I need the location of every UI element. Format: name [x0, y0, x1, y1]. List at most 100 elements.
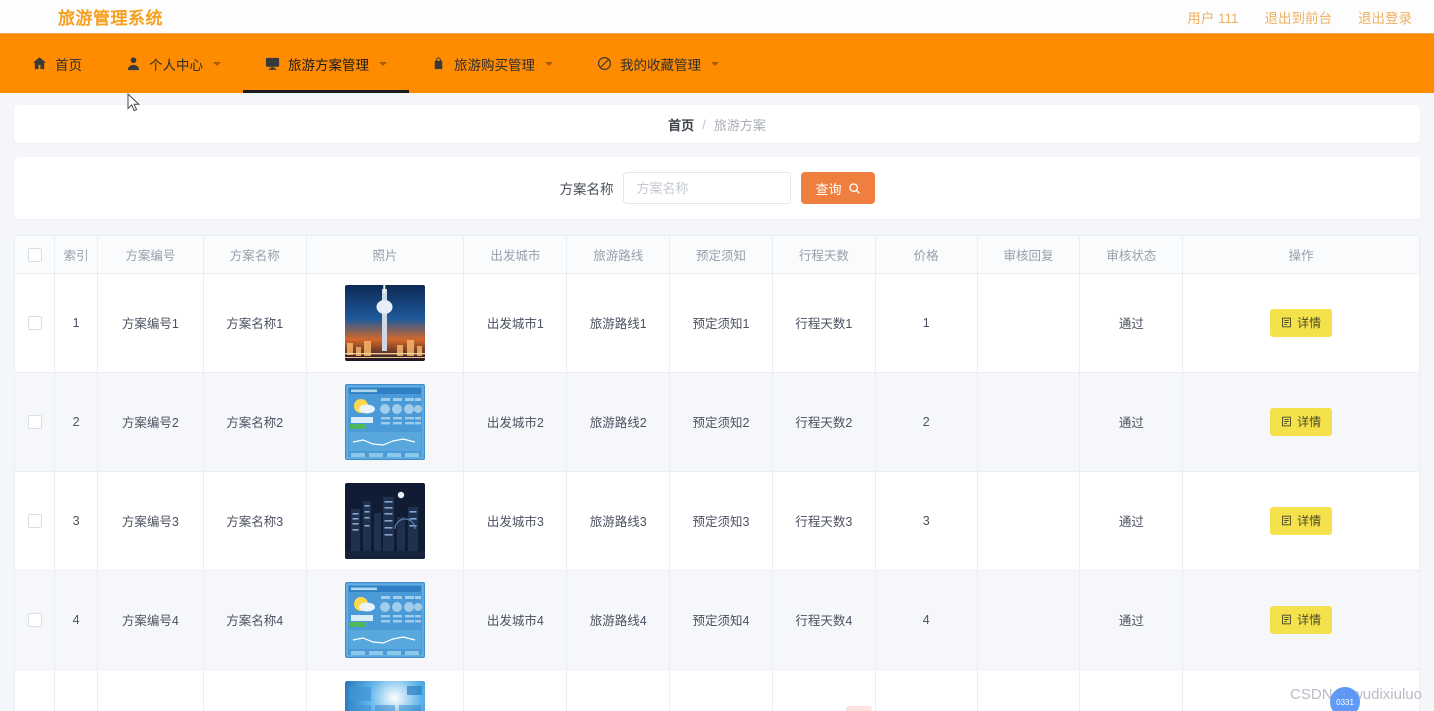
- cell-name: [203, 669, 307, 711]
- cell-city: 出发城市4: [463, 570, 568, 670]
- nav-item-personal-center[interactable]: 个人中心: [104, 34, 243, 93]
- star-circle-icon: [597, 56, 612, 71]
- logout-link[interactable]: 退出登录: [1358, 7, 1412, 27]
- document-icon: [1281, 317, 1292, 328]
- cell-index: 1: [54, 273, 98, 373]
- cell-reply: [977, 471, 1081, 571]
- cell-reply: [977, 570, 1081, 670]
- weather-widget-thumbnail[interactable]: [345, 383, 426, 460]
- cell-route: 旅游路线2: [566, 372, 671, 472]
- cell-reply: [977, 669, 1081, 711]
- cell-status: [1079, 669, 1184, 711]
- row-select-cell: [15, 570, 56, 670]
- row-select-cell: [15, 471, 56, 571]
- select-all-header: [15, 236, 56, 274]
- city-skyline-night-thumbnail[interactable]: [345, 482, 426, 559]
- detail-button[interactable]: 详情: [1270, 605, 1333, 634]
- search-icon: [848, 182, 861, 195]
- cell-reply: [977, 372, 1081, 472]
- detail-button-label: 详情: [1297, 514, 1322, 528]
- detail-button[interactable]: 详情: [1270, 407, 1333, 436]
- nav-item-favorites-management-label: 我的收藏管理: [620, 57, 701, 73]
- cell-price: [875, 669, 978, 711]
- checkbox-icon[interactable]: [27, 315, 42, 330]
- plans-table: 索引 方案编号 方案名称 照片 出发城市 旅游路线 预定须知 行程天数 价格 审…: [15, 236, 1419, 711]
- col-status: 审核状态: [1079, 236, 1184, 274]
- cell-days: [772, 669, 876, 711]
- detail-button[interactable]: 详情: [1270, 308, 1333, 337]
- cell-notice: 预定须知3: [669, 471, 773, 571]
- checkbox-icon[interactable]: [27, 612, 42, 627]
- table-row: 2 方案编号2 方案名称2 出发城市2 旅游路线2 预定须知2 行程天数2 2 …: [15, 372, 1419, 472]
- cell-index: 4: [54, 570, 98, 670]
- cell-code: 方案编号2: [97, 372, 204, 472]
- top-header-actions: 用户 111 退出到前台 退出登录: [1187, 7, 1412, 27]
- checkbox-icon[interactable]: [27, 247, 42, 262]
- col-route: 旅游路线: [566, 236, 671, 274]
- checkbox-icon[interactable]: [27, 414, 42, 429]
- cell-notice: [669, 669, 773, 711]
- cell-status: 通过: [1079, 372, 1184, 472]
- nav-item-plan-management[interactable]: 旅游方案管理: [243, 34, 409, 93]
- main-navigation: 首页 个人中心 旅游方案管理 旅游购买管理 我的收藏管理: [0, 34, 1434, 93]
- cell-days: 行程天数3: [772, 471, 876, 571]
- cell-code: 方案编号4: [97, 570, 204, 670]
- cell-days: 行程天数1: [772, 273, 876, 373]
- cell-action: 详情: [1182, 471, 1419, 571]
- cell-days: 行程天数2: [772, 372, 876, 472]
- nav-item-favorites-management[interactable]: 我的收藏管理: [575, 34, 741, 93]
- cell-route: 旅游路线1: [566, 273, 671, 373]
- cell-notice: 预定须知2: [669, 372, 773, 472]
- detail-button-label: 详情: [1297, 415, 1322, 429]
- nav-item-home[interactable]: 首页: [10, 34, 104, 93]
- cell-index: [54, 669, 98, 711]
- search-input[interactable]: [623, 172, 792, 204]
- nav-item-purchase-management-label: 旅游购买管理: [454, 57, 535, 73]
- cell-photo: [306, 669, 465, 711]
- cell-photo: [306, 372, 465, 472]
- cell-status: 通过: [1079, 570, 1184, 670]
- cell-name: 方案名称1: [203, 273, 307, 373]
- chevron-down-icon: [379, 61, 387, 66]
- cell-price: 4: [875, 570, 978, 670]
- table-row: 4 方案编号4 方案名称4 出发城市4 旅游路线4 预定须知4 行程天数4 4 …: [15, 570, 1419, 670]
- cell-action: [1182, 669, 1419, 711]
- cell-photo: [306, 273, 465, 373]
- berlin-tower-night-thumbnail[interactable]: [345, 284, 426, 361]
- document-icon: [1281, 515, 1292, 526]
- cell-code: 方案编号3: [97, 471, 204, 571]
- breadcrumb-home[interactable]: 首页: [668, 115, 694, 134]
- cell-name: 方案名称4: [203, 570, 307, 670]
- cell-index: 2: [54, 372, 98, 472]
- cell-city: [463, 669, 568, 711]
- search-button[interactable]: 查询: [801, 172, 875, 204]
- row-select-cell: [15, 273, 56, 373]
- home-icon: [32, 56, 47, 71]
- table-row: [15, 669, 1419, 711]
- document-icon: [1281, 416, 1292, 427]
- cell-price: 1: [875, 273, 978, 373]
- breadcrumb-current: 旅游方案: [713, 117, 766, 133]
- col-photo: 照片: [306, 236, 465, 274]
- checkbox-icon[interactable]: [27, 513, 42, 528]
- search-label: 方案名称: [559, 182, 614, 197]
- app-root: 旅游管理系统 用户 111 退出到前台 退出登录 首页 个人中心 旅游方案管理: [0, 0, 1434, 711]
- cell-price: 2: [875, 372, 978, 472]
- logout-to-frontend-link[interactable]: 退出到前台: [1265, 7, 1333, 27]
- current-user-label[interactable]: 用户 111: [1187, 7, 1238, 27]
- col-days: 行程天数: [772, 236, 876, 274]
- weather-widget-thumbnail[interactable]: [345, 581, 426, 658]
- search-panel: 方案名称 查询: [14, 157, 1420, 219]
- cell-code: 方案编号1: [97, 273, 204, 373]
- nav-item-purchase-management[interactable]: 旅游购买管理: [409, 34, 575, 93]
- cell-name: 方案名称2: [203, 372, 307, 472]
- col-reply: 审核回复: [977, 236, 1081, 274]
- blue-sky-panel-thumbnail[interactable]: [345, 680, 426, 711]
- col-action: 操作: [1182, 236, 1419, 274]
- cell-name: 方案名称3: [203, 471, 307, 571]
- row-select-cell: [15, 372, 56, 472]
- detail-button[interactable]: 详情: [1270, 506, 1333, 535]
- col-price: 价格: [875, 236, 978, 274]
- top-header: 旅游管理系统 用户 111 退出到前台 退出登录: [0, 0, 1434, 34]
- partial-pink-button[interactable]: [846, 706, 872, 711]
